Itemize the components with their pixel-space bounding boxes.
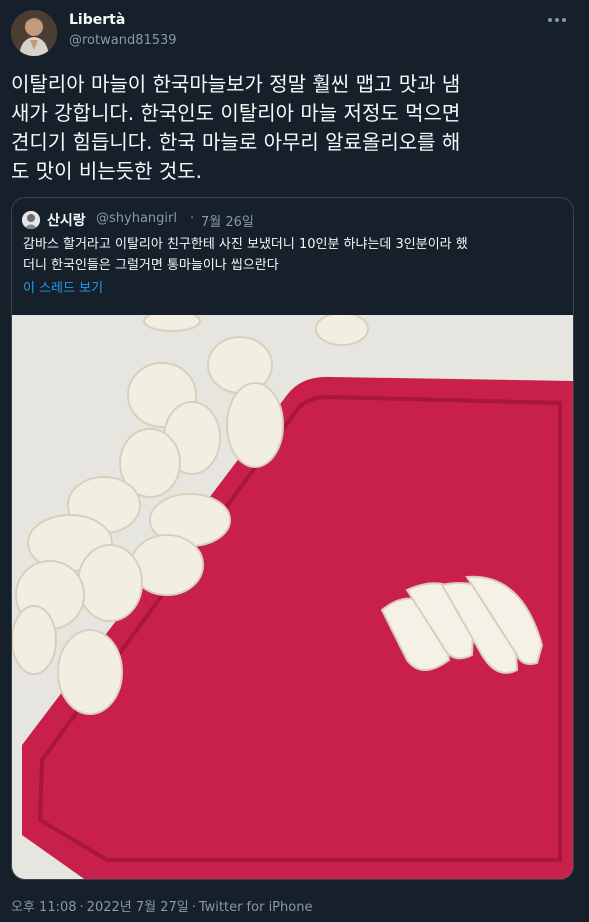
show-thread-link[interactable]: 이 스레드 보기	[23, 277, 103, 296]
tweet-time[interactable]: 오후 11:08	[11, 900, 77, 915]
tweet-metadata: 오후 11:08 · 2022년 7월 27일 · Twitter for iPhone	[11, 896, 312, 915]
tweet-header: Libertà @rotwand81539	[0, 0, 589, 60]
more-options-icon[interactable]	[548, 14, 572, 26]
garlic-cutting-board-image	[12, 310, 573, 879]
quoted-tweet-text: 감바스 할거라고 이탈리아 친구한테 사진 보냈더니 10인분 하냐는데 3인분…	[23, 237, 468, 273]
quoted-tweet[interactable]: 산시랑 @shyhangirl · 7월 26일 감바스 할거라고 이탈리아 친…	[11, 197, 574, 880]
author-avatar[interactable]	[11, 10, 57, 56]
quoted-author-handle[interactable]: @shyhangirl	[96, 211, 177, 226]
footer-separator: ·	[191, 900, 196, 915]
quoted-author-avatar[interactable]	[22, 211, 40, 229]
author-display-name[interactable]: Libertà	[69, 12, 125, 28]
quoted-separator: ·	[190, 211, 195, 226]
quoted-tweet-date[interactable]: 7월 26일	[201, 211, 254, 230]
tweet-date[interactable]: 2022년 7월 27일	[87, 900, 189, 915]
quoted-author-display-name[interactable]: 산시랑	[47, 210, 86, 230]
footer-separator: ·	[79, 900, 84, 915]
tweet-text: 이탈리아 마늘이 한국마늘보가 정말 훨씬 맵고 맛과 냄 새가 강합니다. 한…	[11, 72, 461, 183]
quoted-tweet-photo[interactable]	[12, 310, 573, 879]
author-handle[interactable]: @rotwand81539	[69, 33, 177, 48]
tweet-source[interactable]: Twitter for iPhone	[199, 900, 313, 915]
